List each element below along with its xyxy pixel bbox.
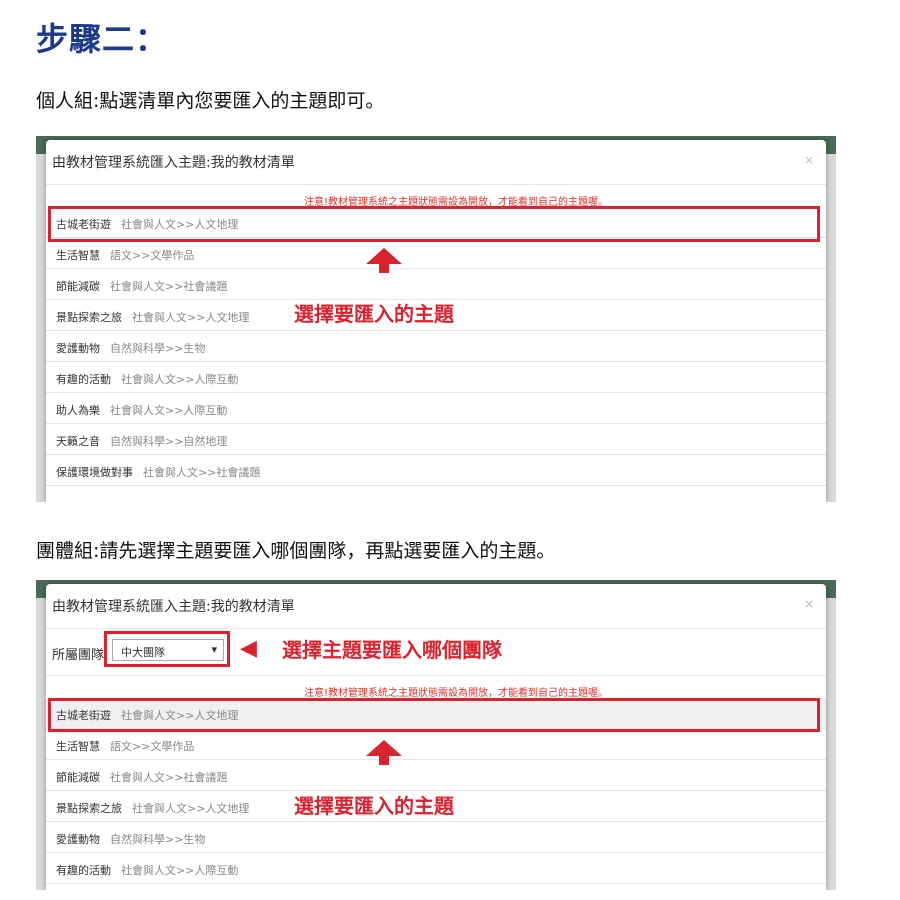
item-category: 社會與人文>>人際互動: [110, 404, 228, 417]
item-category: 語文>>文學作品: [110, 249, 195, 262]
individual-instruction: 個人組:點選清單內您要匯入的主題即可。: [36, 90, 385, 112]
item-title: 節能減碳: [56, 280, 100, 293]
list-item[interactable]: 有趣的活動 社會與人文>>人際互動: [46, 362, 826, 393]
team-row: 所屬團隊: 中大團隊 ▾ ◀ 選擇主題要匯入哪個團隊: [46, 629, 826, 676]
list-item[interactable]: 節能減碳 社會與人文>>社會議題: [46, 760, 826, 791]
item-label: 生活智慧 語文>>文學作品: [56, 247, 194, 263]
list-item[interactable]: 有趣的活動 社會與人文>>人際互動: [46, 853, 826, 884]
list-item[interactable]: 保護環境做對事 社會與人文>>社會議題: [46, 455, 826, 486]
up-arrow-icon: [366, 248, 402, 264]
list-item[interactable]: 天籟之音 自然與科學>>自然地理: [46, 424, 826, 455]
select-highlight-box: [104, 631, 230, 667]
annotation-select-topic: 選擇要匯入的主題: [294, 302, 454, 326]
team-label: 所屬團隊:: [52, 648, 109, 663]
group-instruction: 團體組:請先選擇主題要匯入哪個團隊，再點選要匯入的主題。: [36, 540, 556, 562]
close-icon[interactable]: ×: [804, 597, 814, 611]
item-category: 自然與科學>>生物: [110, 342, 206, 355]
up-arrow-stem: [379, 263, 389, 273]
item-title: 有趣的活動: [56, 864, 111, 877]
item-title: 愛護動物: [56, 833, 100, 846]
modal-title: 由教材管理系統匯入主題:我的教材清單: [52, 155, 295, 171]
notice-text: 注意!教材管理系統之主題狀態需設為開放，才能看到自己的主題喔。: [46, 676, 826, 699]
item-category: 社會與人文>>人際互動: [121, 864, 239, 877]
item-label: 有趣的活動 社會與人文>>人際互動: [56, 862, 238, 878]
list-item[interactable]: 生活智慧 語文>>文學作品: [46, 729, 826, 760]
item-title: 生活智慧: [56, 740, 100, 753]
item-label: 助人為樂 社會與人文>>人際互動: [56, 402, 227, 418]
item-title: 天籟之音: [56, 435, 100, 448]
annotation-select-team: 選擇主題要匯入哪個團隊: [282, 638, 502, 662]
list-item[interactable]: 愛護動物 自然與科學>>生物: [46, 822, 826, 853]
close-icon[interactable]: ×: [804, 153, 814, 167]
step-title: 步驟二：: [36, 20, 169, 58]
list-item[interactable]: 節能減碳 社會與人文>>社會議題: [46, 269, 826, 300]
item-category: 社會與人文>>人文地理: [132, 802, 250, 815]
notice-text: 注意!教材管理系統之主題狀態需設為開放，才能看到自己的主題喔。: [46, 185, 826, 208]
item-title: 生活智慧: [56, 249, 100, 262]
item-title: 保護環境做對事: [56, 466, 133, 479]
item-title: 愛護動物: [56, 342, 100, 355]
item-title: 景點探索之旅: [56, 802, 122, 815]
item-title: 景點探索之旅: [56, 311, 122, 324]
item-label: 天籟之音 自然與科學>>自然地理: [56, 433, 227, 449]
list-item[interactable]: 助人為樂 社會與人文>>人際互動: [46, 393, 826, 424]
modal-header: 由教材管理系統匯入主題:我的教材清單 ×: [46, 584, 826, 629]
up-arrow-stem: [379, 755, 389, 765]
item-title: 助人為樂: [56, 404, 100, 417]
list-item[interactable]: 愛護動物 自然與科學>>生物: [46, 331, 826, 362]
row-highlight-box: [48, 698, 820, 732]
item-label: 生活智慧 語文>>文學作品: [56, 738, 194, 754]
item-category: 社會與人文>>人際互動: [121, 373, 239, 386]
item-label: 愛護動物 自然與科學>>生物: [56, 340, 205, 356]
item-label: 有趣的活動 社會與人文>>人際互動: [56, 371, 238, 387]
left-arrow-icon: ◀: [240, 636, 257, 661]
item-label: 節能減碳 社會與人文>>社會議題: [56, 278, 227, 294]
item-category: 自然與科學>>自然地理: [110, 435, 228, 448]
up-arrow-icon: [366, 740, 402, 756]
item-label: 節能減碳 社會與人文>>社會議題: [56, 769, 227, 785]
screenshot-individual: 由教材管理系統匯入主題:我的教材清單 × 注意!教材管理系統之主題狀態需設為開放…: [36, 136, 836, 502]
modal-title: 由教材管理系統匯入主題:我的教材清單: [52, 599, 295, 615]
modal-header: 由教材管理系統匯入主題:我的教材清單 ×: [46, 140, 826, 185]
item-label: 景點探索之旅 社會與人文>>人文地理: [56, 309, 249, 325]
item-category: 社會與人文>>人文地理: [132, 311, 250, 324]
screenshot-group: 由教材管理系統匯入主題:我的教材清單 × 所屬團隊: 中大團隊 ▾ ◀ 選擇主題…: [36, 580, 836, 890]
annotation-select-topic: 選擇要匯入的主題: [294, 794, 454, 818]
item-label: 景點探索之旅 社會與人文>>人文地理: [56, 800, 249, 816]
item-category: 社會與人文>>社會議題: [143, 466, 261, 479]
list-item[interactable]: 生活智慧 語文>>文學作品: [46, 238, 826, 269]
item-category: 社會與人文>>社會議題: [110, 280, 228, 293]
item-title: 節能減碳: [56, 771, 100, 784]
item-category: 語文>>文學作品: [110, 740, 195, 753]
item-title: 有趣的活動: [56, 373, 111, 386]
item-label: 保護環境做對事 社會與人文>>社會議題: [56, 464, 260, 480]
item-label: 愛護動物 自然與科學>>生物: [56, 831, 205, 847]
item-category: 自然與科學>>生物: [110, 833, 206, 846]
import-modal: 由教材管理系統匯入主題:我的教材清單 × 所屬團隊: 中大團隊 ▾ ◀ 選擇主題…: [46, 584, 826, 890]
row-highlight-box: [48, 206, 820, 242]
item-category: 社會與人文>>社會議題: [110, 771, 228, 784]
